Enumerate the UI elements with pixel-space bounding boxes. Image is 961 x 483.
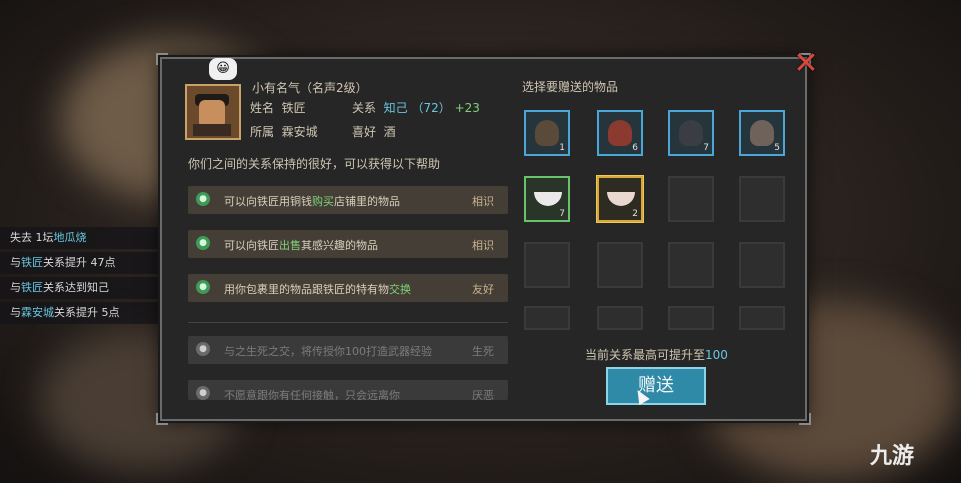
close-icon[interactable]: ✕ [790,48,822,80]
perk-label: 可以向铁匠用铜钱购买店铺里的物品 [224,195,400,208]
relation-row: 关系 知己 （72） +23 [352,99,480,116]
empty-slot[interactable] [739,176,785,222]
empty-slot[interactable] [597,242,643,288]
intro-text: 你们之间的关系保持的很好，可以获得以下帮助 [188,157,441,171]
item-count: 1 [559,143,565,153]
log-line: 与霖安城关系提升 5点 [0,302,160,324]
relation-label: 关系 [352,101,377,115]
lock-icon: ● [196,342,210,356]
npc-portrait [185,84,241,140]
empty-slot[interactable] [739,242,785,288]
lock-icon: ● [196,386,210,400]
perk-level: 生死 [472,345,494,358]
hobby-label: 喜好 [352,125,377,139]
npc-hobby: 酒 [383,125,396,139]
dialog-corner [156,413,168,425]
item-count: 7 [559,209,565,219]
perk-label: 不愿意跟你有任何接触，只会远离你 [224,389,400,400]
item-slot[interactable]: 7 [524,176,570,222]
unlock-icon: ● [196,280,210,294]
empty-slot[interactable] [597,306,643,330]
item-slot-selected[interactable]: 2 [597,176,643,222]
log-line: 失去 1坛地瓜烧 [0,227,160,249]
item-slot[interactable]: 7 [668,110,714,156]
name-label: 姓名 [250,101,275,115]
gift-panel-title: 选择要赠送的物品 [522,80,619,94]
perk-row: ● 用你包裹里的物品跟铁匠的特有物交换 友好 [188,274,508,302]
white-bowl-icon [534,192,562,206]
hobby-row: 喜好 酒 [352,123,396,140]
red-jar-icon [608,120,632,146]
item-count: 2 [632,209,638,219]
black-jar-icon [679,120,703,146]
perk-row: ● 可以向铁匠用铜钱购买店铺里的物品 相识 [188,186,508,214]
item-count: 5 [774,143,780,153]
perk-level: 友好 [472,283,494,296]
item-slot[interactable]: 6 [597,110,643,156]
region-label: 所属 [250,125,275,139]
relation-points: （72） [411,101,451,115]
perk-level: 相识 [472,195,494,208]
perk-label: 与之生死之交，将传授你100打造武器经验 [224,345,432,358]
perk-row-locked: ● 与之生死之交，将传授你100打造武器经验 生死 [188,336,508,364]
perk-label: 用你包裹里的物品跟铁匠的特有物交换 [224,283,411,296]
empty-slot[interactable] [668,242,714,288]
perk-label: 可以向铁匠出售其感兴趣的物品 [224,239,378,252]
perk-row-locked: ● 不愿意跟你有任何接触，只会远离你 厌恶 [188,380,508,400]
relation-value: 知己 [383,101,408,115]
item-slot[interactable]: 5 [739,110,785,156]
npc-name: 铁匠 [281,101,306,115]
divider [188,322,508,323]
empty-slot[interactable] [739,306,785,330]
empty-slot[interactable] [668,306,714,330]
max-relation-text: 当前关系最高可提升至100 [585,348,728,362]
npc-region: 霖安城 [281,125,318,139]
fame-title: 小有名气（名声2级） [252,81,368,95]
watermark-logo: 九游 [870,444,915,469]
relation-bonus: +23 [454,101,480,115]
unlock-icon: ● [196,236,210,250]
name-row: 姓名 铁匠 [250,99,306,116]
dialog-corner [799,413,811,425]
item-count: 6 [632,143,638,153]
log-line: 与铁匠关系提升 47点 [0,252,160,274]
perk-level: 相识 [472,239,494,252]
dialog-corner [156,53,168,65]
emote-bubble-icon: 😀 [209,58,237,80]
empty-slot[interactable] [524,242,570,288]
log-line: 与铁匠关系达到知己 [0,277,160,299]
red-bowl-icon [607,192,635,206]
clay-jar-icon [750,120,774,146]
empty-slot[interactable] [668,176,714,222]
item-count: 7 [703,143,709,153]
perk-row: ● 可以向铁匠出售其感兴趣的物品 相识 [188,230,508,258]
unlock-icon: ● [196,192,210,206]
item-slot[interactable]: 1 [524,110,570,156]
dark-jar-icon [535,120,559,146]
empty-slot[interactable] [524,306,570,330]
gift-button[interactable]: 赠送 [606,367,706,405]
perk-level: 厌恶 [472,389,494,400]
portrait-body [193,124,231,136]
region-row: 所属 霖安城 [250,123,318,140]
